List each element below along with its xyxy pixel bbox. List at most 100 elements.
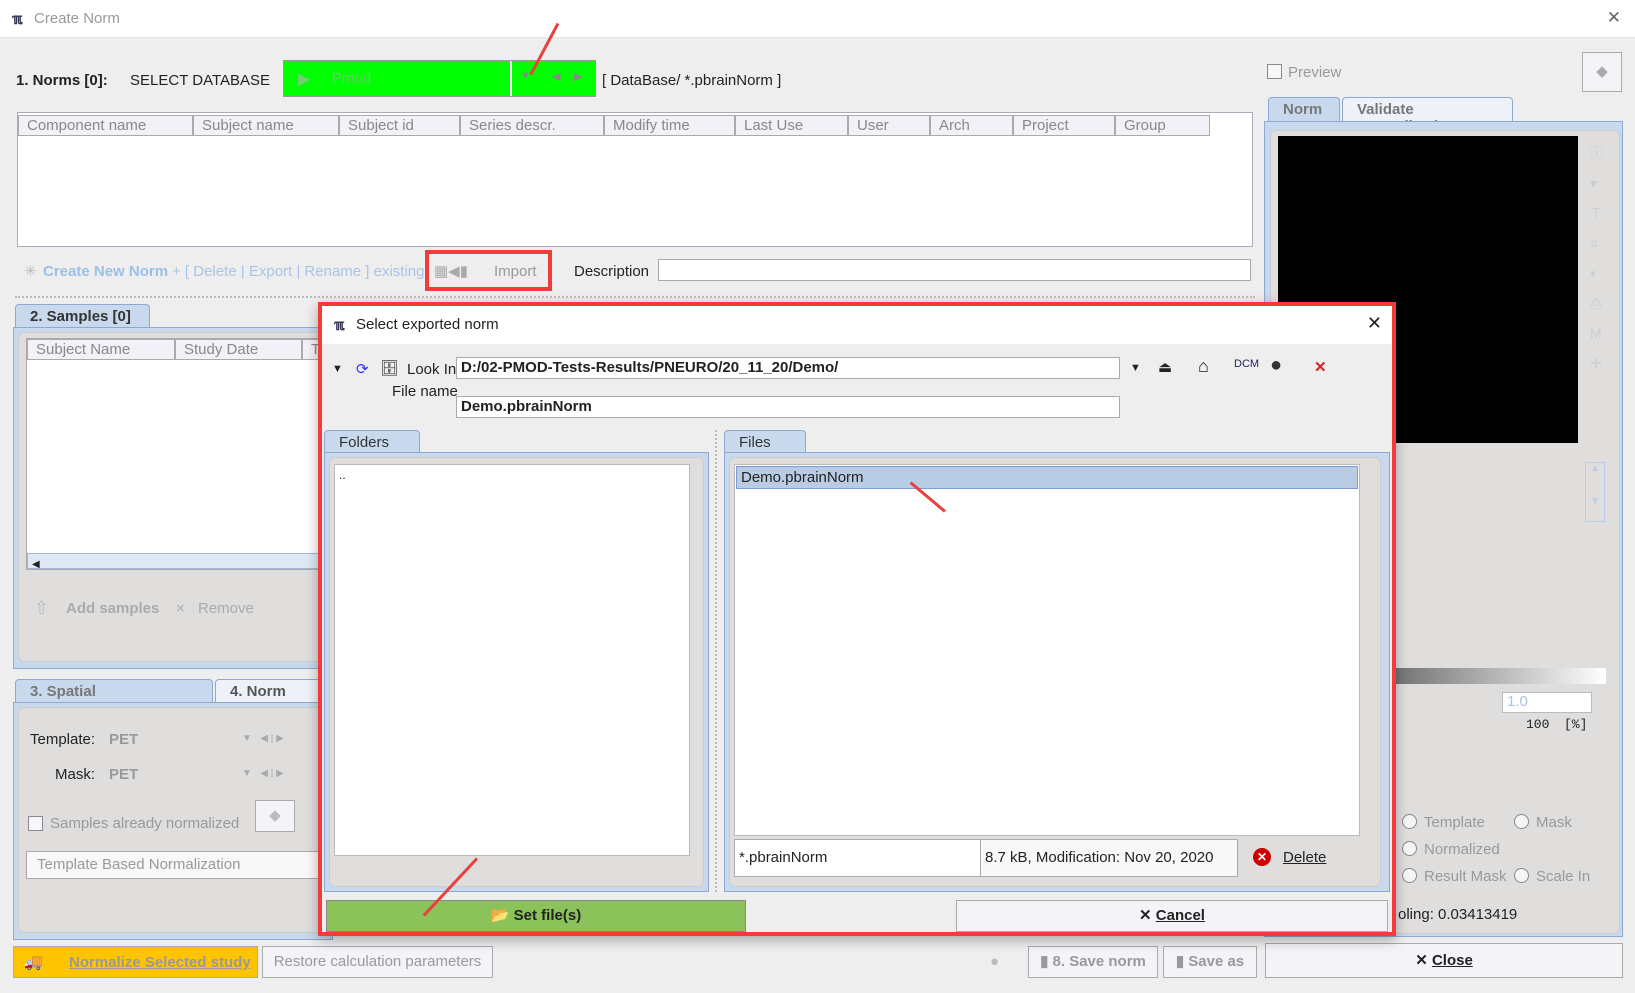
column-header[interactable]: Series descr. — [460, 115, 604, 136]
dicom-icon[interactable]: DCM — [1234, 358, 1259, 370]
home-icon[interactable]: ⌂ — [1198, 356, 1209, 377]
restore-button[interactable]: Restore calculation parameters — [262, 946, 493, 978]
dialog-splitter[interactable] — [715, 430, 718, 892]
spatial-panel: Template: PET ▼ ◀ | ▶ Mask: PET ▼ ◀ | ▶ … — [13, 702, 338, 940]
file-name-label: File name — [392, 383, 458, 400]
close-button[interactable]: ✕ Close — [1265, 943, 1623, 978]
column-header[interactable]: Study Date — [175, 339, 302, 360]
import-button[interactable]: Import — [494, 263, 537, 280]
samples-panel: Subject Name Study Date T ◀ ⇧ Add sample… — [13, 327, 338, 669]
preview-checkbox[interactable] — [1267, 64, 1282, 79]
brain-icon[interactable]: ● — [1270, 354, 1282, 377]
radio-template-label: Template — [1424, 814, 1485, 831]
radio-result-mask[interactable] — [1402, 868, 1417, 883]
select-database-label: SELECT DATABASE — [130, 72, 271, 89]
viewer-tool-icons[interactable]: ⓘ ▾ ⊤ ⌗ ◐ ⎙ M ✛ — [1590, 138, 1610, 378]
add-samples-button[interactable]: Add samples — [66, 600, 159, 617]
radio-normalized[interactable] — [1402, 841, 1417, 856]
column-header[interactable]: Component name — [18, 115, 193, 136]
tab-samples[interactable]: 2. Samples [0] — [15, 304, 150, 328]
vertical-scroll[interactable]: ▲ ▼ — [1585, 462, 1605, 522]
column-header[interactable]: Group — [1115, 115, 1210, 136]
template-controls[interactable]: ▼ ◀ | ▶ — [242, 733, 284, 744]
look-in-label: Look In — [407, 361, 457, 378]
truck-icon: 🚚 — [24, 954, 43, 971]
file-info: 8.7 kB, Modification: Nov 20, 2020 — [980, 839, 1238, 877]
column-header[interactable]: Subject id — [339, 115, 460, 136]
file-item[interactable]: Demo.pbrainNorm — [736, 466, 1358, 489]
files-panel: Demo.pbrainNorm *.pbrainNorm 8.7 kB, Mod… — [724, 452, 1390, 892]
radio-template[interactable] — [1402, 814, 1417, 829]
file-name-input[interactable]: Demo.pbrainNorm — [456, 396, 1120, 418]
samples-table[interactable] — [26, 338, 336, 570]
save-as-button[interactable]: ▮ Save as — [1163, 946, 1257, 978]
description-input[interactable] — [658, 259, 1251, 281]
template-value[interactable]: PET — [109, 731, 138, 748]
splitter[interactable] — [15, 296, 1255, 299]
folder-item[interactable]: .. — [335, 465, 689, 485]
head-view-button[interactable]: ◆ — [1582, 52, 1622, 92]
add-samples-icon: ⇧ — [34, 598, 50, 618]
radio-scale-in[interactable] — [1514, 868, 1529, 883]
previous-icon[interactable]: ◀ — [552, 70, 560, 83]
database-selector[interactable]: ▶ Pmod ▼ ◀ ▶ — [283, 60, 596, 97]
remove-icon: × — [176, 600, 185, 617]
tab-norm[interactable]: Norm — [1268, 97, 1340, 121]
radio-mask[interactable] — [1514, 814, 1529, 829]
folder-up-icon[interactable]: ⏏ — [1158, 358, 1172, 376]
normalize-button[interactable]: 🚚 Normalize Selected study — [13, 946, 258, 978]
column-header[interactable]: Arch — [930, 115, 1013, 136]
window-title: Create Norm — [34, 10, 120, 27]
norms-label: 1. Norms [0]: — [16, 72, 108, 89]
cancel-button[interactable]: ✕ Cancel — [956, 900, 1388, 932]
folders-list[interactable]: .. — [334, 464, 690, 856]
open-folder-icon: 📂 — [490, 907, 510, 924]
radio-mask-label: Mask — [1536, 814, 1572, 831]
refresh-icon[interactable]: ⟳ — [356, 360, 369, 378]
remove-button[interactable]: Remove — [198, 600, 254, 617]
delete-button[interactable]: Delete — [1283, 849, 1326, 866]
value-input[interactable]: 1.0 — [1502, 692, 1592, 713]
look-in-input[interactable]: D:/02-PMOD-Tests-Results/PNEURO/20_11_20… — [456, 357, 1120, 379]
dialog-title-bar: ℼ Select exported norm ✕ — [322, 306, 1392, 344]
window-close-button[interactable]: ✕ — [1607, 8, 1621, 28]
import-icons: ▦◀▮ — [434, 263, 468, 280]
collapse-icon[interactable]: ▼ — [332, 363, 343, 375]
preview-label: Preview — [1288, 64, 1342, 81]
mask-value[interactable]: PET — [109, 766, 138, 783]
clear-icon[interactable]: ✕ — [1314, 358, 1327, 376]
mask-label: Mask: — [55, 766, 96, 783]
status-indicator-icon: ● — [990, 953, 1000, 970]
template-label: Template: — [30, 731, 96, 748]
title-bar: ℼ Create Norm ✕ — [0, 0, 1635, 38]
app-icon: ℼ — [12, 11, 23, 28]
save-norm-button[interactable]: ▮ 8. Save norm — [1028, 946, 1158, 978]
normalization-method[interactable]: Template Based Normalization — [26, 851, 334, 879]
database-icon[interactable]: 🗄 — [380, 359, 399, 377]
column-header[interactable]: Modify time — [604, 115, 735, 136]
database-path: [ DataBase/ *.pbrainNorm ] — [602, 72, 782, 89]
create-new-norm-button[interactable]: Create New Norm — [43, 263, 168, 280]
dialog-title: Select exported norm — [356, 316, 499, 333]
files-list[interactable]: Demo.pbrainNorm — [734, 464, 1360, 836]
radio-result-mask-label: Result Mask — [1424, 868, 1507, 885]
file-filter-input[interactable]: *.pbrainNorm — [734, 839, 984, 877]
dialog-close-button[interactable]: ✕ — [1367, 313, 1382, 334]
look-in-dropdown-icon[interactable]: ▼ — [1130, 362, 1141, 374]
column-header[interactable]: User — [848, 115, 930, 136]
play-icon: ▶ — [298, 71, 311, 88]
column-header[interactable]: Subject name — [193, 115, 339, 136]
norm-actions[interactable]: + [ Delete | Export | Rename ] existing — [172, 263, 425, 280]
head-button[interactable]: ◆ — [255, 800, 295, 832]
next-icon[interactable]: ▶ — [574, 70, 582, 83]
mask-controls[interactable]: ▼ ◀ | ▶ — [242, 768, 284, 779]
column-header[interactable]: Last Use — [735, 115, 848, 136]
samples-normalized-checkbox[interactable] — [28, 816, 43, 831]
column-header[interactable]: Subject Name — [27, 339, 175, 360]
set-files-button[interactable]: 📂 Set file(s) — [326, 900, 746, 932]
percent-unit: [%] — [1564, 717, 1588, 732]
folders-panel: .. — [324, 452, 709, 892]
radio-normalized-label: Normalized — [1424, 841, 1500, 858]
horizontal-scrollbar[interactable]: ◀ — [27, 553, 332, 570]
column-header[interactable]: Project — [1013, 115, 1115, 136]
